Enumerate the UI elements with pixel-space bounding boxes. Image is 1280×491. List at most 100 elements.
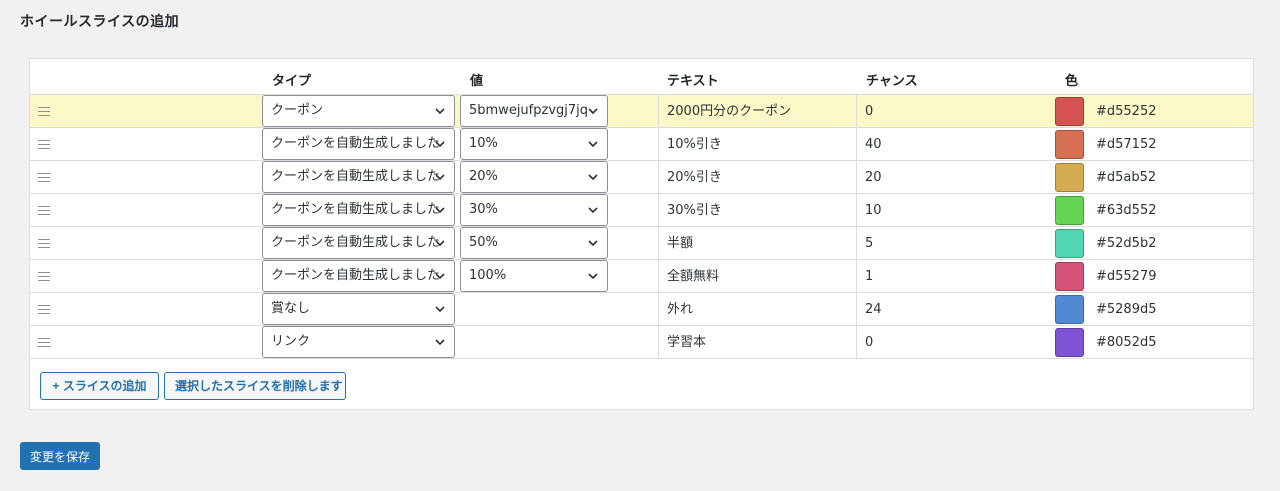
color-hex[interactable]: #52d5b2 xyxy=(1096,227,1156,260)
slice-text[interactable]: 外れ xyxy=(658,293,856,326)
value-select-value: 10% xyxy=(469,136,498,151)
value-select[interactable]: 100% xyxy=(460,260,608,292)
color-hex[interactable]: #d57152 xyxy=(1096,128,1157,161)
table-body: クーポン 5bmwejufpzvgj7jq 2000円分のクーポン 0 #d55252 ク… xyxy=(30,95,1253,359)
type-select-value: クーポンを自動生成しました xyxy=(271,268,441,283)
value-select[interactable]: 50% xyxy=(460,227,608,259)
slice-chance[interactable]: 10 xyxy=(856,194,1054,227)
color-hex[interactable]: #d5ab52 xyxy=(1096,161,1156,194)
value-select[interactable]: 5bmwejufpzvgj7jq xyxy=(460,95,608,127)
type-select[interactable]: クーポンを自動生成しました xyxy=(262,128,455,160)
type-select-value: クーポンを自動生成しました xyxy=(271,169,441,184)
value-select-value: 30% xyxy=(469,202,498,217)
chevron-down-icon xyxy=(435,240,445,247)
chevron-down-icon xyxy=(435,141,445,148)
slice-text[interactable]: 30%引き xyxy=(658,194,856,227)
header-text: テキスト xyxy=(667,74,719,89)
drag-handle-icon[interactable] xyxy=(38,170,50,184)
table-row: リンク 学習本 0 #8052d5 xyxy=(30,326,1253,359)
type-select-value: クーポンを自動生成しました xyxy=(271,202,441,217)
header-value: 値 xyxy=(470,74,484,89)
slice-text[interactable]: 2000円分のクーポン xyxy=(658,95,856,128)
chevron-down-icon xyxy=(435,108,445,115)
color-swatch[interactable] xyxy=(1055,262,1084,291)
type-select-value: リンク xyxy=(271,334,311,349)
color-hex[interactable]: #d55252 xyxy=(1096,95,1157,128)
chevron-down-icon xyxy=(588,240,598,247)
chevron-down-icon xyxy=(588,207,598,214)
table-header: タイプ 値 テキスト チャンス 色 xyxy=(30,59,1253,95)
slice-chance[interactable]: 5 xyxy=(856,227,1054,260)
table-row: クーポンを自動生成しました 50% 半額 5 #52d5b2 xyxy=(30,227,1253,260)
color-swatch[interactable] xyxy=(1055,130,1084,159)
slice-chance[interactable]: 20 xyxy=(856,161,1054,194)
value-select[interactable]: 20% xyxy=(460,161,608,193)
slices-table: タイプ 値 テキスト チャンス 色 クーポン 5bmwejufpzvgj7jq 20… xyxy=(29,58,1254,410)
table-row: クーポン 5bmwejufpzvgj7jq 2000円分のクーポン 0 #d55252 xyxy=(30,95,1253,128)
drag-handle-icon[interactable] xyxy=(38,302,50,316)
color-hex[interactable]: #63d552 xyxy=(1096,194,1157,227)
header-chance: チャンス xyxy=(866,74,918,89)
type-select-value: クーポンを自動生成しました xyxy=(271,235,441,250)
chevron-down-icon xyxy=(435,273,445,280)
slice-chance[interactable]: 1 xyxy=(856,260,1054,293)
color-swatch[interactable] xyxy=(1055,196,1084,225)
color-hex[interactable]: #8052d5 xyxy=(1096,326,1157,359)
slice-chance[interactable]: 24 xyxy=(856,293,1054,326)
table-row: 賞なし 外れ 24 #5289d5 xyxy=(30,293,1253,326)
chevron-down-icon xyxy=(588,108,598,115)
slice-chance[interactable]: 0 xyxy=(856,95,1054,128)
table-row: クーポンを自動生成しました 20% 20%引き 20 #d5ab52 xyxy=(30,161,1253,194)
chevron-down-icon xyxy=(435,207,445,214)
drag-handle-icon[interactable] xyxy=(38,104,50,118)
value-select[interactable]: 30% xyxy=(460,194,608,226)
type-select[interactable]: クーポンを自動生成しました xyxy=(262,161,455,193)
section-title: ホイールスライスの追加 xyxy=(20,14,180,30)
type-select[interactable]: クーポンを自動生成しました xyxy=(262,260,455,292)
header-color: 色 xyxy=(1065,74,1079,89)
drag-handle-icon[interactable] xyxy=(38,236,50,250)
drag-handle-icon[interactable] xyxy=(38,137,50,151)
slice-text[interactable]: 10%引き xyxy=(658,128,856,161)
delete-selected-slices-button[interactable]: 選択したスライスを削除します xyxy=(164,372,346,400)
type-select-value: クーポンを自動生成しました xyxy=(271,136,441,151)
type-select[interactable]: クーポン xyxy=(262,95,455,127)
type-select[interactable]: 賞なし xyxy=(262,293,455,325)
table-row: クーポンを自動生成しました 10% 10%引き 40 #d57152 xyxy=(30,128,1253,161)
type-select-value: 賞なし xyxy=(271,301,311,316)
drag-handle-icon[interactable] xyxy=(38,269,50,283)
table-row: クーポンを自動生成しました 100% 全額無料 1 #d55279 xyxy=(30,260,1253,293)
drag-handle-icon[interactable] xyxy=(38,203,50,217)
type-select-value: クーポン xyxy=(271,103,324,118)
slice-chance[interactable]: 0 xyxy=(856,326,1054,359)
value-select[interactable]: 10% xyxy=(460,128,608,160)
table-row: クーポンを自動生成しました 30% 30%引き 10 #63d552 xyxy=(30,194,1253,227)
type-select[interactable]: クーポンを自動生成しました xyxy=(262,227,455,259)
type-select[interactable]: クーポンを自動生成しました xyxy=(262,194,455,226)
chevron-down-icon xyxy=(435,174,445,181)
color-swatch[interactable] xyxy=(1055,97,1084,126)
slice-text[interactable]: 半額 xyxy=(658,227,856,260)
value-select-value: 100% xyxy=(469,268,507,283)
color-swatch[interactable] xyxy=(1055,295,1084,324)
color-swatch[interactable] xyxy=(1055,163,1084,192)
type-select[interactable]: リンク xyxy=(262,326,455,358)
value-select-value: 20% xyxy=(469,169,498,184)
slice-text[interactable]: 全額無料 xyxy=(658,260,856,293)
slice-text[interactable]: 20%引き xyxy=(658,161,856,194)
save-changes-button[interactable]: 変更を保存 xyxy=(20,442,100,470)
color-hex[interactable]: #5289d5 xyxy=(1096,293,1157,326)
slice-text[interactable]: 学習本 xyxy=(658,326,856,359)
color-swatch[interactable] xyxy=(1055,229,1084,258)
slice-chance[interactable]: 40 xyxy=(856,128,1054,161)
chevron-down-icon xyxy=(435,306,445,313)
drag-handle-icon[interactable] xyxy=(38,335,50,349)
color-hex[interactable]: #d55279 xyxy=(1096,260,1157,293)
value-select-value: 5bmwejufpzvgj7jq xyxy=(469,103,589,118)
chevron-down-icon xyxy=(588,273,598,280)
chevron-down-icon xyxy=(435,339,445,346)
color-swatch[interactable] xyxy=(1055,328,1084,357)
header-type: タイプ xyxy=(272,74,312,89)
add-slice-button[interactable]: + スライスの追加 xyxy=(40,372,159,400)
value-select-value: 50% xyxy=(469,235,498,250)
